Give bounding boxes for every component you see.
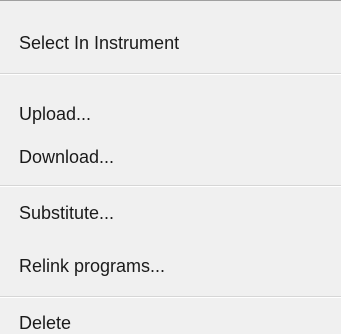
- context-menu: Select In Instrument Upload... Download.…: [0, 0, 341, 334]
- menu-item-substitute[interactable]: Substitute...: [0, 191, 341, 235]
- menu-separator: [0, 185, 341, 187]
- menu-item-select-in-instrument[interactable]: Select In Instrument: [0, 21, 341, 65]
- menu-item-upload[interactable]: Upload...: [0, 92, 341, 136]
- menu-item-relink-programs[interactable]: Relink programs...: [0, 244, 341, 288]
- menu-item-download[interactable]: Download...: [0, 135, 341, 179]
- menu-separator: [0, 296, 341, 298]
- menu-item-delete[interactable]: Delete: [0, 301, 341, 334]
- menu-separator: [0, 73, 341, 75]
